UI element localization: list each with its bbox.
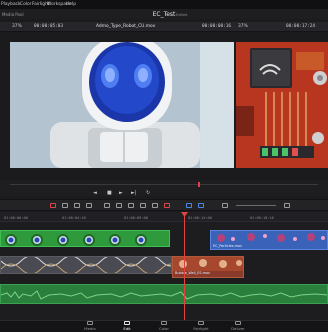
audio-clip-a1[interactable]: [0, 284, 328, 304]
timecode-out: 00:00:00:16: [202, 24, 232, 29]
timeline-viewer[interactable]: [236, 42, 328, 168]
timecode-in: 00:00:05:03: [34, 24, 64, 29]
edit-icon: [124, 321, 130, 325]
page-color[interactable]: Color: [146, 320, 182, 332]
ruler-tick: 01:00:18:16: [250, 216, 274, 220]
color-marker-icon[interactable]: [198, 203, 204, 208]
robot-frame: [10, 42, 234, 168]
clip-label: EC_Particles.mov: [213, 244, 242, 248]
edited-badge: Edited: [176, 12, 188, 17]
ruler-tick: 01:00:00:00: [4, 216, 28, 220]
zoom-level[interactable]: 37%: [12, 24, 22, 29]
insert-clip-icon[interactable]: [104, 203, 110, 208]
page-deliver[interactable]: Deliver: [220, 320, 256, 332]
wire-thumbnails: [1, 257, 171, 273]
snapping-icon[interactable]: [140, 203, 146, 208]
particles-thumbnails: [217, 233, 325, 242]
replace-clip-icon[interactable]: [128, 203, 134, 208]
audio-waveform: [1, 290, 327, 300]
media-pool-label[interactable]: Media Pool: [2, 12, 24, 17]
circuit-frame: [236, 42, 328, 168]
page-fairlight[interactable]: Fairlight: [183, 320, 219, 332]
source-viewer[interactable]: [10, 42, 234, 168]
zoom-level-right[interactable]: 37%: [238, 24, 248, 29]
timecode-right: 00:00:17:24: [286, 24, 316, 29]
zoom-slider[interactable]: [236, 205, 276, 206]
ruler-tick: 01:00:09:08: [124, 216, 148, 220]
fairlight-icon: [198, 321, 204, 325]
scrubber-track[interactable]: [10, 184, 318, 185]
timeline-viewer-header: 37% 00:00:17:24: [236, 22, 328, 32]
clip-name: Admo_Type_Robot_CU.mov: [96, 24, 156, 29]
zoom-in-icon[interactable]: [284, 203, 290, 208]
timeline-clip-bubble[interactable]: Bubble_Wall_ES.mov: [172, 256, 244, 278]
source-viewer-header: 37% 00:00:05:03 Admo_Type_Robot_CU.mov 0…: [0, 22, 236, 32]
menu-help[interactable]: Help: [66, 2, 76, 7]
menu-color[interactable]: Color: [20, 2, 31, 7]
playhead[interactable]: [184, 212, 185, 320]
play-button[interactable]: ►: [119, 190, 123, 196]
ruler-tick: 01:00:04:16: [62, 216, 86, 220]
page-edit[interactable]: Edit: [109, 320, 145, 332]
trim-tool-icon[interactable]: [62, 203, 68, 208]
marker-icon[interactable]: [186, 203, 192, 208]
timeline-clip-video-1[interactable]: [0, 256, 172, 274]
next-button[interactable]: ►|: [131, 190, 137, 196]
loop-button[interactable]: ↻: [146, 190, 150, 196]
blade-tool-icon[interactable]: [86, 203, 92, 208]
media-icon: [87, 321, 93, 325]
window-title: EC_Test: [152, 11, 176, 18]
scrubber-handle[interactable]: [198, 182, 200, 187]
overwrite-clip-icon[interactable]: [116, 203, 122, 208]
selection-tool-icon[interactable]: [50, 203, 56, 208]
stop-button[interactable]: ■: [107, 190, 112, 196]
menu-playback[interactable]: Playback: [1, 2, 21, 7]
timeline-clip-video-2[interactable]: [0, 230, 170, 247]
page-media[interactable]: Media: [72, 320, 108, 332]
clip-label: Bubble_Wall_ES.mov: [175, 271, 211, 275]
zoom-out-icon[interactable]: [222, 203, 228, 208]
clip-thumbnails: [5, 234, 147, 246]
deliver-icon: [235, 321, 241, 325]
flag-icon[interactable]: [164, 203, 170, 208]
transport-bar: [0, 180, 328, 196]
timeline-clip-particles[interactable]: EC_Particles.mov: [210, 230, 328, 250]
dynamic-trim-icon[interactable]: [74, 203, 80, 208]
color-icon: [161, 321, 167, 325]
timeline-ruler[interactable]: [0, 212, 328, 222]
ruler-tick: 01:00:14:00: [188, 216, 212, 220]
link-icon[interactable]: [152, 203, 158, 208]
previous-button[interactable]: ◄: [93, 190, 97, 196]
